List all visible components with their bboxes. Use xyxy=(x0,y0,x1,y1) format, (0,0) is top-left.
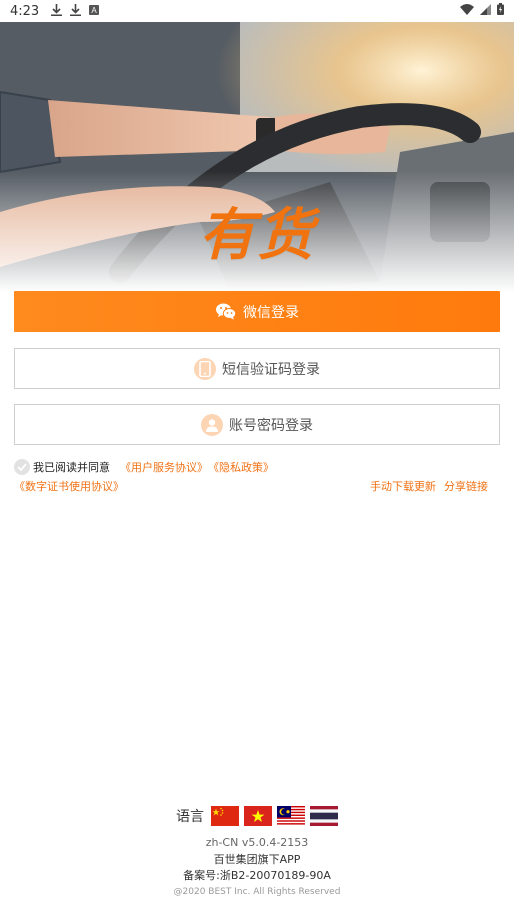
copyright-text: @2020 BEST Inc. All Rights Reserved xyxy=(173,887,341,897)
svg-text:A: A xyxy=(92,6,98,15)
agree-checkbox[interactable] xyxy=(14,459,30,475)
sms-login-button[interactable]: 短信验证码登录 xyxy=(14,348,500,389)
a-badge-icon: A xyxy=(89,4,100,18)
company-text: 百世集团旗下APP xyxy=(213,853,301,866)
language-selector: 语言 xyxy=(0,804,514,828)
privacy-policy-link[interactable]: 《隐私政策》 xyxy=(208,459,274,475)
phone-icon xyxy=(194,357,216,380)
signal-icon xyxy=(480,3,491,19)
download-icon xyxy=(70,3,82,19)
version-text: zh-CN v5.0.4-2153 xyxy=(205,836,309,849)
wechat-icon xyxy=(215,301,237,323)
sms-login-label: 短信验证码登录 xyxy=(222,361,320,378)
flag-thailand-icon[interactable] xyxy=(310,806,338,826)
agreement-section: 我已阅读并同意 《用户服务协议》 《隐私政策》 《数字证书使用协议》 手动下载更… xyxy=(14,458,500,495)
battery-icon xyxy=(497,3,504,19)
user-icon xyxy=(201,413,223,436)
wechat-login-button[interactable]: 微信登录 xyxy=(14,291,500,332)
status-time: 4:23 xyxy=(10,3,40,19)
manual-download-link[interactable]: 手动下载更新 xyxy=(370,478,436,494)
footer: 语言 zh-CN v5.0.4-2153 百世集团旗下APP 备案号:浙B2-2… xyxy=(0,804,514,897)
flag-malaysia-icon[interactable] xyxy=(277,806,305,826)
status-bar: 4:23 A xyxy=(0,0,514,22)
flag-vietnam-icon[interactable] xyxy=(244,806,272,826)
app-logo: 有货 xyxy=(199,203,315,268)
language-label: 语言 xyxy=(176,809,204,825)
account-login-label: 账号密码登录 xyxy=(229,417,313,434)
user-service-agreement-link[interactable]: 《用户服务协议》 xyxy=(120,459,208,475)
wechat-login-label: 微信登录 xyxy=(243,304,299,321)
flag-china-icon[interactable] xyxy=(211,806,239,826)
account-login-button[interactable]: 账号密码登录 xyxy=(14,404,500,445)
digital-cert-agreement-link[interactable]: 《数字证书使用协议》 xyxy=(14,478,124,494)
status-right-icons xyxy=(460,3,504,19)
wifi-icon xyxy=(460,3,474,19)
hero-banner: 有货 xyxy=(0,22,514,292)
login-screen: 4:23 A 有货 微信登录 短信验证码登录 账号密码登录 我已阅读并同意 《用… xyxy=(0,0,514,915)
share-link[interactable]: 分享链接 xyxy=(444,478,488,494)
agree-prefix: 我已阅读并同意 xyxy=(33,461,110,474)
icp-text: 备案号:浙B2-20070189-90A xyxy=(183,869,331,882)
download-icon xyxy=(51,3,63,19)
